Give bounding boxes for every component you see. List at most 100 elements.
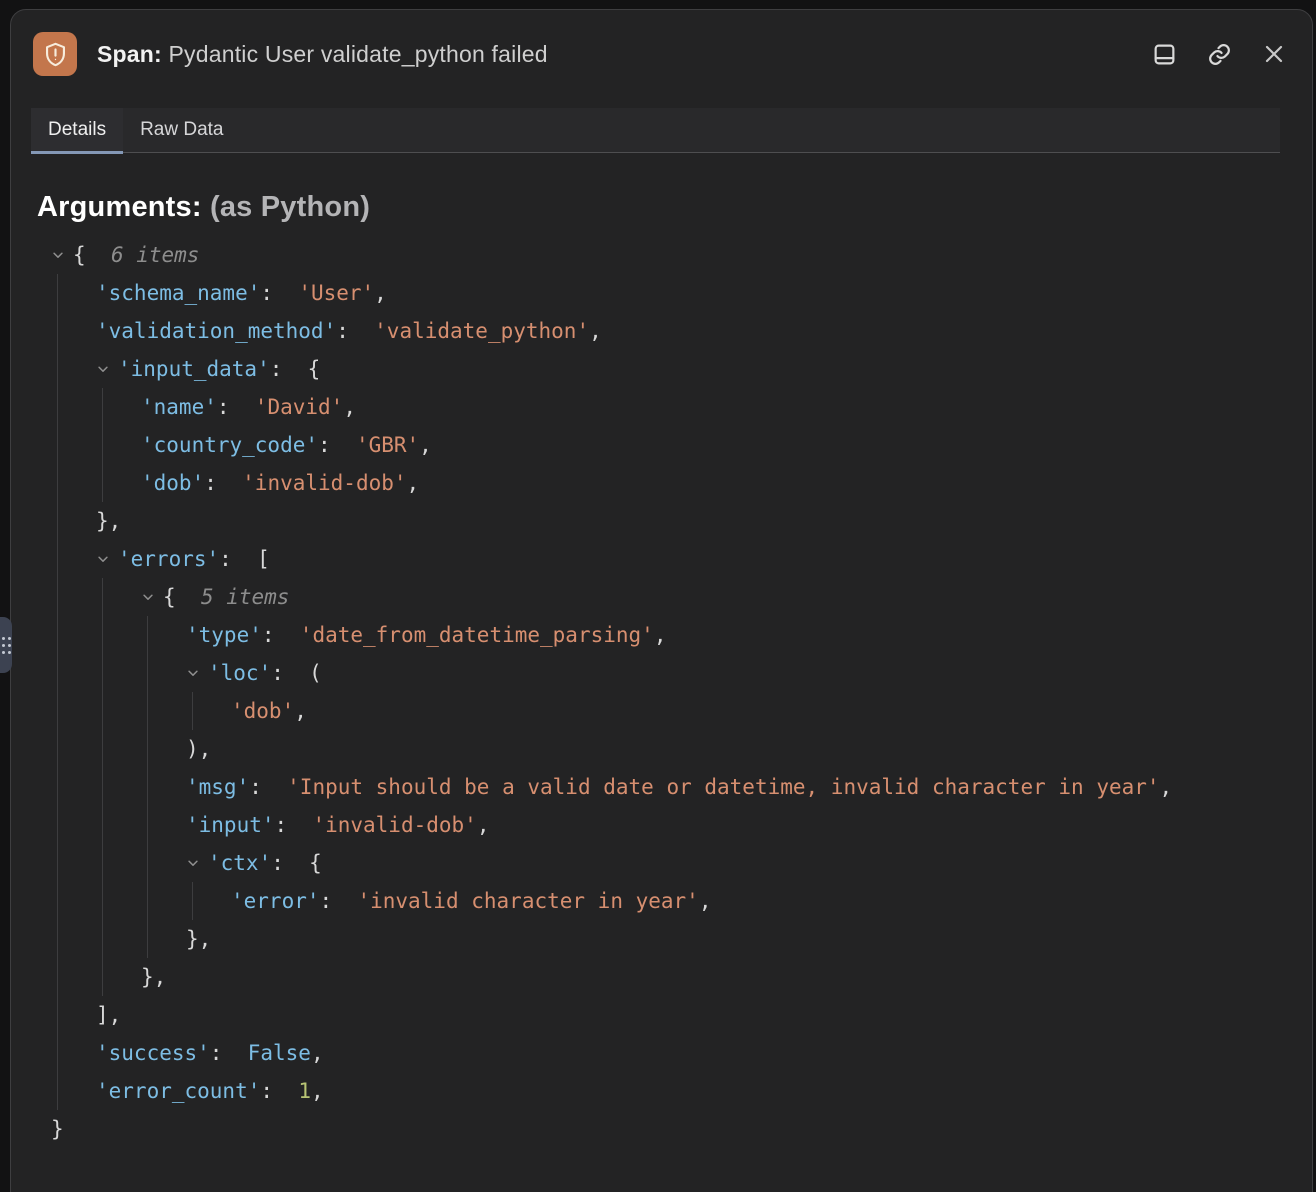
tree-children: 'error': 'invalid character in year', — [192, 882, 1302, 920]
tree-row: 'name': 'David', — [141, 388, 1302, 426]
code-segment-punct: , — [374, 274, 387, 312]
code-segment-punct: ), — [186, 730, 211, 768]
span-title-text: Pydantic User validate_python failed — [168, 41, 547, 67]
code-segment-punct: , — [407, 464, 420, 502]
code-segment-str: 'invalid-dob' — [242, 464, 406, 502]
link-icon[interactable] — [1205, 40, 1233, 68]
tree-row: 'error_count': 1, — [96, 1072, 1302, 1110]
code-segment-punct: { — [163, 578, 201, 616]
code-segment-key: 'schema_name' — [96, 274, 260, 312]
code-segment-punct: : { — [270, 350, 321, 388]
code-segment-punct: : — [204, 464, 242, 502]
code-segment-str: 'dob' — [231, 692, 294, 730]
code-segment-punct: { — [73, 236, 111, 274]
code-segment-punct: : — [260, 274, 298, 312]
chevron-down-icon[interactable] — [186, 666, 208, 680]
tree-row: { 6 items — [51, 236, 1302, 274]
code-segment-punct: : — [318, 426, 356, 464]
chevron-down-icon[interactable] — [96, 362, 118, 376]
header-actions — [1150, 40, 1288, 68]
close-icon[interactable] — [1260, 40, 1288, 68]
code-segment-punct: : [ — [219, 540, 270, 578]
arguments-tree: { 6 items'schema_name': 'User','validati… — [37, 236, 1302, 1148]
tree-row-close: }, — [186, 920, 1302, 958]
code-segment-items: 5 items — [201, 578, 290, 616]
tree-children: 'type': 'date_from_datetime_parsing','lo… — [147, 616, 1302, 958]
code-segment-punct: }, — [186, 920, 211, 958]
code-segment-punct: , — [419, 426, 432, 464]
code-segment-str: 'Input should be a valid date or datetim… — [287, 768, 1159, 806]
tree-row: 'msg': 'Input should be a valid date or … — [186, 768, 1302, 806]
code-segment-key: 'msg' — [186, 768, 249, 806]
panel-resize-handle[interactable] — [0, 617, 12, 673]
code-segment-bool: False — [248, 1034, 311, 1072]
code-segment-str: 'User' — [298, 274, 374, 312]
code-segment-num: 1 — [298, 1072, 311, 1110]
code-segment-key: 'ctx' — [208, 844, 271, 882]
span-warning-shield-icon — [33, 32, 77, 76]
code-segment-punct: , — [311, 1034, 324, 1072]
tree-row-close: }, — [141, 958, 1302, 996]
arguments-heading-suffix: (as Python) — [202, 191, 370, 223]
code-segment-items: 6 items — [111, 236, 200, 274]
code-segment-punct: : { — [271, 844, 322, 882]
tree-row: 'error': 'invalid character in year', — [231, 882, 1302, 920]
details-content: Arguments: (as Python) { 6 items'schema_… — [11, 153, 1312, 1148]
code-segment-key: 'success' — [96, 1034, 210, 1072]
dock-panel-icon[interactable] — [1150, 40, 1178, 68]
code-segment-punct: : — [260, 1072, 298, 1110]
tree-row: 'input': 'invalid-dob', — [186, 806, 1302, 844]
chevron-down-icon[interactable] — [186, 856, 208, 870]
span-detail-panel: Span: Pydantic User validate_python fail… — [10, 9, 1313, 1192]
code-segment-punct: , — [343, 388, 356, 426]
code-segment-punct: : — [320, 882, 358, 920]
code-segment-punct: ], — [96, 996, 121, 1034]
arguments-heading: Arguments: (as Python) — [37, 191, 1302, 224]
code-segment-punct: , — [589, 312, 602, 350]
tree-row: 'country_code': 'GBR', — [141, 426, 1302, 464]
grip-dots-icon — [2, 637, 11, 654]
code-segment-key: 'type' — [186, 616, 262, 654]
tab-details[interactable]: Details — [31, 108, 123, 152]
tree-row-close: }, — [96, 502, 1302, 540]
panel-header: Span: Pydantic User validate_python fail… — [11, 10, 1312, 94]
tree-row: { 5 items — [141, 578, 1302, 616]
code-segment-punct: } — [51, 1110, 64, 1148]
span-kind-label: Span: — [97, 41, 162, 67]
code-segment-punct: : — [249, 768, 287, 806]
tree-children: 'dob', — [192, 692, 1302, 730]
tree-row-close: ], — [96, 996, 1302, 1034]
tree-row-close: ), — [186, 730, 1302, 768]
code-segment-str: 'David' — [255, 388, 344, 426]
tab-raw-data[interactable]: Raw Data — [123, 108, 240, 152]
code-segment-punct: : — [275, 806, 313, 844]
code-segment-punct: : — [217, 388, 255, 426]
code-segment-punct: , — [294, 692, 307, 730]
tree-children: { 5 items'type': 'date_from_datetime_par… — [102, 578, 1302, 996]
code-segment-punct: }, — [96, 502, 121, 540]
code-segment-key: 'input' — [186, 806, 275, 844]
code-segment-str: 'date_from_datetime_parsing' — [300, 616, 654, 654]
code-segment-key: 'validation_method' — [96, 312, 336, 350]
chevron-down-icon[interactable] — [96, 552, 118, 566]
tree-row: 'input_data': { — [96, 350, 1302, 388]
tree-row: 'success': False, — [96, 1034, 1302, 1072]
tree-row: 'ctx': { — [186, 844, 1302, 882]
code-segment-key: 'country_code' — [141, 426, 318, 464]
tree-row: 'loc': ( — [186, 654, 1302, 692]
chevron-down-icon[interactable] — [51, 248, 73, 262]
code-segment-key: 'dob' — [141, 464, 204, 502]
code-segment-str: 'invalid-dob' — [312, 806, 476, 844]
code-segment-str: 'invalid character in year' — [357, 882, 698, 920]
code-segment-punct: : — [262, 616, 300, 654]
code-segment-punct: , — [654, 616, 667, 654]
chevron-down-icon[interactable] — [141, 590, 163, 604]
code-segment-punct: , — [477, 806, 490, 844]
code-segment-punct: }, — [141, 958, 166, 996]
code-segment-punct: : — [336, 312, 374, 350]
code-segment-key: 'error' — [231, 882, 320, 920]
tree-row: 'schema_name': 'User', — [96, 274, 1302, 312]
tab-bar: Details Raw Data — [31, 108, 1280, 153]
tree-children: 'name': 'David','country_code': 'GBR','d… — [102, 388, 1302, 502]
code-segment-punct: : — [210, 1034, 248, 1072]
